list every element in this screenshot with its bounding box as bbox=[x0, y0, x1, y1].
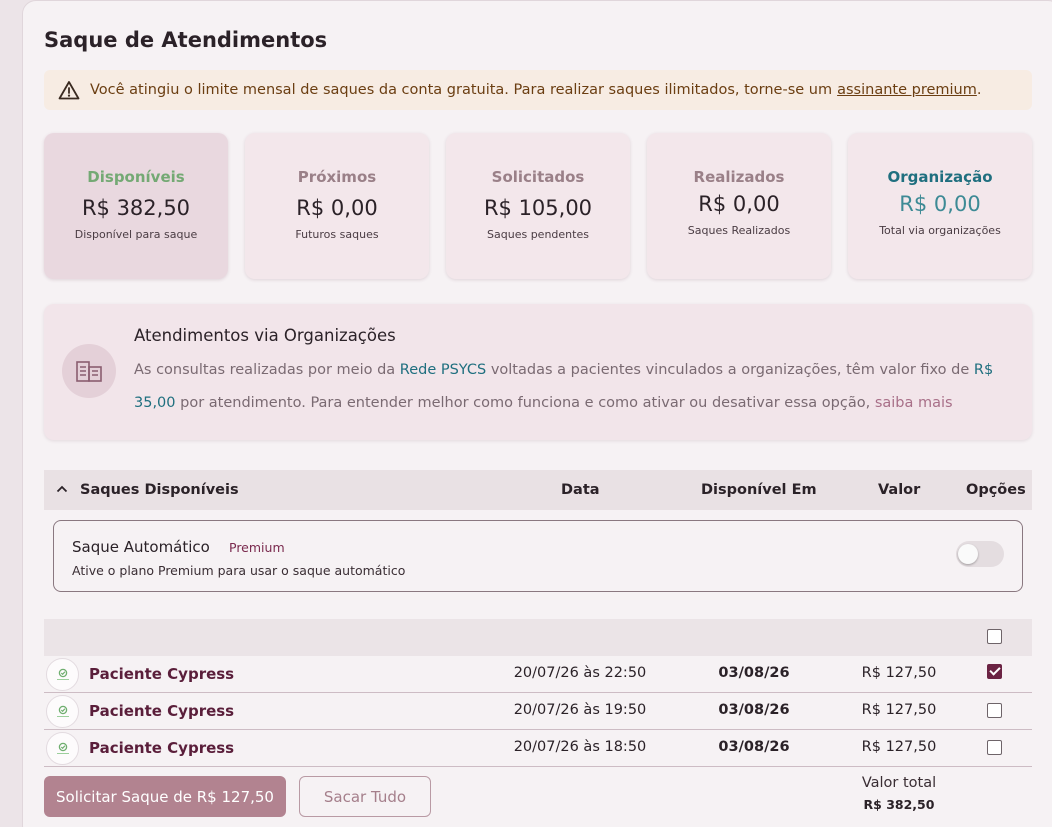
auto-withdraw-toggle[interactable] bbox=[956, 541, 1004, 567]
card-value: R$ 0,00 bbox=[698, 192, 780, 216]
limit-alert: Você atingiu o limite mensal de saques d… bbox=[44, 70, 1032, 110]
warning-triangle-icon bbox=[58, 81, 80, 100]
card-sub: Disponível para saque bbox=[74, 228, 198, 241]
request-withdraw-button[interactable]: Solicitar Saque de R$ 127,50 bbox=[44, 776, 286, 817]
card-organizacao[interactable]: Organização R$ 0,00 Total via organizaçõ… bbox=[848, 133, 1032, 279]
table-row: Paciente Cypress 20/07/26 às 18:50 03/08… bbox=[44, 730, 1032, 767]
card-label: Próximos bbox=[297, 168, 377, 186]
section-title[interactable]: Saques Disponíveis bbox=[80, 482, 239, 498]
card-label: Organização bbox=[887, 168, 993, 186]
toggle-knob bbox=[958, 544, 978, 564]
card-sub: Total via organizações bbox=[879, 224, 1001, 237]
card-value: R$ 382,50 bbox=[81, 196, 191, 220]
row-date: 20/07/26 às 19:50 bbox=[513, 702, 647, 718]
rede-psycs-label: Rede PSYCS bbox=[399, 362, 487, 378]
org-description: As consultas realizadas por meio da Rede… bbox=[134, 354, 1014, 420]
row-available: 03/08/26 bbox=[718, 702, 790, 718]
card-disponiveis[interactable]: Disponíveis R$ 382,50 Disponível para sa… bbox=[44, 133, 228, 279]
col-date: Data bbox=[561, 482, 600, 498]
row-checkbox[interactable] bbox=[987, 664, 1002, 679]
chevron-up-icon[interactable] bbox=[56, 485, 68, 493]
patient-name[interactable]: Paciente Cypress bbox=[89, 739, 234, 757]
patient-name[interactable]: Paciente Cypress bbox=[89, 665, 234, 683]
col-options: Opções bbox=[966, 482, 1026, 498]
select-all-checkbox[interactable] bbox=[987, 629, 1002, 644]
org-text-2: voltadas a pacientes vinculados a organi… bbox=[490, 362, 970, 378]
row-available: 03/08/26 bbox=[718, 739, 790, 755]
building-icon bbox=[76, 361, 102, 382]
card-value: R$ 0,00 bbox=[899, 192, 981, 216]
total-value: R$ 382,50 bbox=[863, 797, 935, 812]
table-row: Paciente Cypress 20/07/26 às 19:50 03/08… bbox=[44, 693, 1032, 730]
card-sub: Futuros saques bbox=[295, 228, 379, 241]
card-sub: Saques pendentes bbox=[487, 228, 589, 241]
row-checkbox[interactable] bbox=[987, 740, 1002, 755]
card-value: R$ 105,00 bbox=[483, 196, 593, 220]
auto-withdraw-box: Saque Automático Premium Ative o plano P… bbox=[53, 520, 1023, 592]
table-header: Saques Disponíveis Data Disponível Em Va… bbox=[44, 470, 1032, 510]
org-icon-circle bbox=[62, 344, 116, 398]
row-available: 03/08/26 bbox=[718, 665, 790, 681]
total-label: Valor total bbox=[861, 775, 937, 791]
summary-cards: Disponíveis R$ 382,50 Disponível para sa… bbox=[44, 133, 1032, 279]
organizations-info: Atendimentos via Organizações As consult… bbox=[44, 304, 1032, 440]
card-label: Realizados bbox=[693, 168, 785, 186]
card-solicitados[interactable]: Solicitados R$ 105,00 Saques pendentes bbox=[446, 133, 630, 279]
org-text-3: por atendimento. Para entender melhor co… bbox=[180, 395, 871, 411]
table-row: Paciente Cypress 20/07/26 às 22:50 03/08… bbox=[44, 656, 1032, 693]
row-date: 20/07/26 às 18:50 bbox=[513, 739, 647, 755]
page-title: Saque de Atendimentos bbox=[44, 28, 328, 52]
patient-avatar-icon bbox=[46, 658, 79, 691]
col-value: Valor bbox=[878, 482, 921, 498]
org-text-1: As consultas realizadas por meio da bbox=[134, 362, 396, 378]
card-sub: Saques Realizados bbox=[687, 224, 791, 237]
rows-select-header bbox=[44, 619, 1032, 656]
patient-avatar-icon bbox=[46, 732, 79, 765]
auto-desc: Ative o plano Premium para usar o saque … bbox=[72, 563, 406, 578]
row-value: R$ 127,50 bbox=[861, 739, 937, 755]
premium-link[interactable]: assinante premium bbox=[837, 82, 977, 98]
card-label: Disponíveis bbox=[87, 168, 185, 186]
patient-avatar-icon bbox=[46, 695, 79, 728]
alert-suffix: . bbox=[976, 82, 982, 98]
patient-name[interactable]: Paciente Cypress bbox=[89, 702, 234, 720]
row-checkbox[interactable] bbox=[987, 703, 1002, 718]
premium-badge: Premium bbox=[229, 540, 285, 555]
col-available: Disponível Em bbox=[701, 482, 817, 498]
card-realizados[interactable]: Realizados R$ 0,00 Saques Realizados bbox=[647, 133, 831, 279]
card-label: Solicitados bbox=[491, 168, 585, 186]
row-value: R$ 127,50 bbox=[861, 702, 937, 718]
card-proximos[interactable]: Próximos R$ 0,00 Futuros saques bbox=[245, 133, 429, 279]
alert-text: Você atingiu o limite mensal de saques d… bbox=[90, 82, 833, 98]
card-value: R$ 0,00 bbox=[296, 196, 378, 220]
row-value: R$ 127,50 bbox=[861, 665, 937, 681]
row-date: 20/07/26 às 22:50 bbox=[513, 665, 647, 681]
org-heading: Atendimentos via Organizações bbox=[134, 326, 396, 345]
auto-title: Saque Automático bbox=[72, 538, 210, 556]
withdraw-all-button[interactable]: Sacar Tudo bbox=[299, 776, 431, 817]
saiba-mais-link[interactable]: saiba mais bbox=[875, 395, 953, 411]
